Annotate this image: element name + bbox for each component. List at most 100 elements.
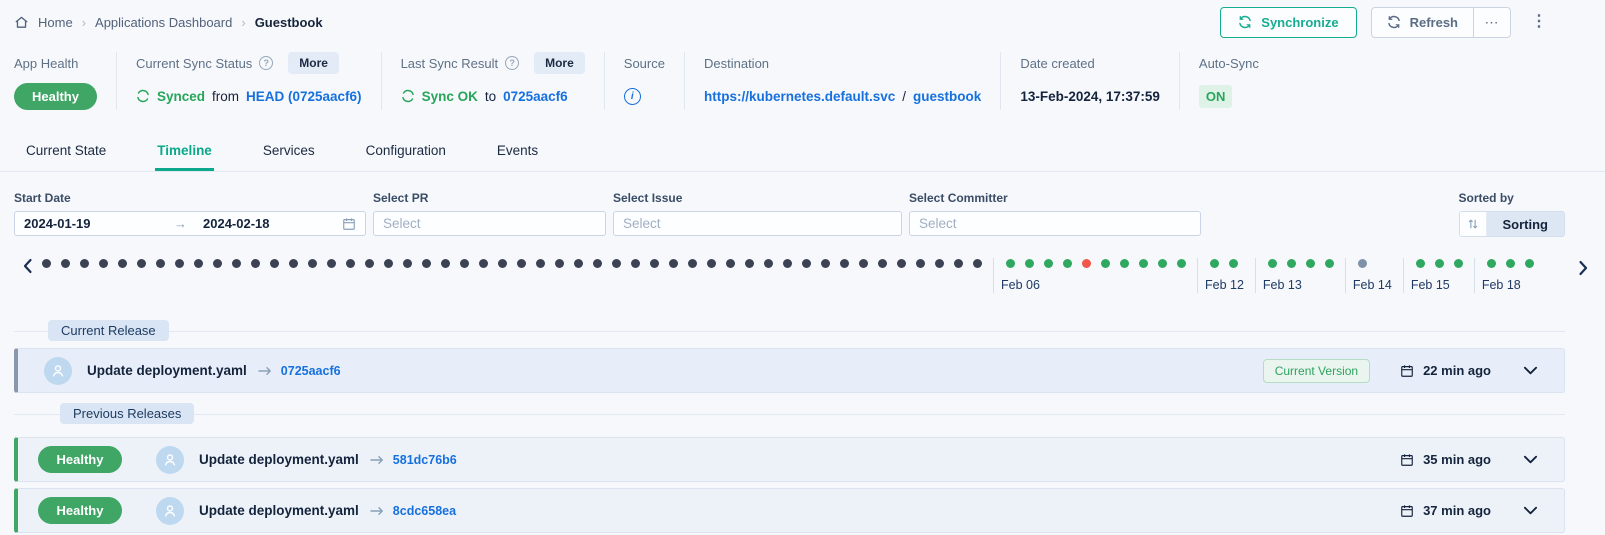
timeline-dot-dark[interactable]: [612, 259, 621, 268]
timeline-dot-dark[interactable]: [194, 259, 203, 268]
timeline-dot-green[interactable]: [1229, 259, 1238, 268]
select-issue-input[interactable]: [623, 216, 892, 231]
destination-url-link[interactable]: https://kubernetes.default.svc: [704, 89, 895, 104]
timeline-dot-green[interactable]: [1025, 259, 1034, 268]
date-range-from[interactable]: 2024-01-19: [24, 216, 174, 231]
synchronize-button[interactable]: Synchronize: [1220, 7, 1356, 38]
timeline-dot-dark[interactable]: [555, 259, 564, 268]
timeline-dot-dark[interactable]: [137, 259, 146, 268]
timeline-dot-green[interactable]: [1044, 259, 1053, 268]
date-range-input[interactable]: 2024-01-19 → 2024-02-18: [14, 211, 366, 236]
timeline-dot-dark[interactable]: [517, 259, 526, 268]
timeline-dot-dark[interactable]: [175, 259, 184, 268]
refresh-options-button[interactable]: ⋯: [1474, 8, 1510, 37]
tab-configuration[interactable]: Configuration: [364, 134, 448, 171]
last-sync-more-button[interactable]: More: [534, 52, 585, 74]
help-icon[interactable]: ?: [259, 56, 273, 70]
timeline-dot-dark[interactable]: [80, 259, 89, 268]
timeline-dot-green[interactable]: [1006, 259, 1015, 268]
timeline-dot-dark[interactable]: [954, 259, 963, 268]
timeline-dot-green[interactable]: [1120, 259, 1129, 268]
sync-status-target-link[interactable]: HEAD (0725aacf6): [246, 89, 362, 104]
breadcrumb-home[interactable]: Home: [38, 15, 73, 30]
timeline-dot-dark[interactable]: [783, 259, 792, 268]
timeline-dot-dark[interactable]: [327, 259, 336, 268]
timeline-dot-green[interactable]: [1287, 259, 1296, 268]
timeline-dot-dark[interactable]: [536, 259, 545, 268]
timeline-dot-dark[interactable]: [878, 259, 887, 268]
timeline-dot-dark[interactable]: [821, 259, 830, 268]
last-sync-target-link[interactable]: 0725aacf6: [503, 89, 568, 104]
timeline-dot-dark[interactable]: [859, 259, 868, 268]
timeline-dot-dark[interactable]: [593, 259, 602, 268]
timeline-dot-dark[interactable]: [973, 259, 982, 268]
timeline-dot-dark[interactable]: [726, 259, 735, 268]
timeline-dot-dark[interactable]: [479, 259, 488, 268]
commit-hash-link[interactable]: 8cdc658ea: [393, 504, 456, 518]
date-range-to[interactable]: 2024-02-18: [203, 216, 270, 231]
timeline-dot-dark[interactable]: [441, 259, 450, 268]
timeline-dot-dark[interactable]: [916, 259, 925, 268]
timeline-dot-green[interactable]: [1454, 259, 1463, 268]
timeline-dot-dark[interactable]: [403, 259, 412, 268]
timeline-dot-dark[interactable]: [688, 259, 697, 268]
timeline-dot-dark[interactable]: [308, 259, 317, 268]
timeline-dot-dark[interactable]: [118, 259, 127, 268]
kebab-menu-button[interactable]: ⋮: [1525, 10, 1553, 34]
select-committer-input[interactable]: [919, 216, 1191, 231]
timeline-dot-dark[interactable]: [498, 259, 507, 268]
timeline-next-button[interactable]: [1573, 259, 1593, 277]
sync-status-more-button[interactable]: More: [288, 52, 339, 74]
timeline-dot-dark[interactable]: [764, 259, 773, 268]
timeline-dot-dark[interactable]: [289, 259, 298, 268]
timeline-dot-dark[interactable]: [42, 259, 51, 268]
timeline-dot-green[interactable]: [1210, 259, 1219, 268]
timeline-dot-dark[interactable]: [232, 259, 241, 268]
timeline-dot-dark[interactable]: [745, 259, 754, 268]
timeline-dot-dark[interactable]: [897, 259, 906, 268]
timeline-dot-dark[interactable]: [270, 259, 279, 268]
timeline-dot-dark[interactable]: [99, 259, 108, 268]
timeline-dot-dark[interactable]: [213, 259, 222, 268]
select-pr-input[interactable]: [383, 216, 596, 231]
timeline-dot-red[interactable]: [1082, 259, 1091, 268]
timeline-dot-dark[interactable]: [384, 259, 393, 268]
timeline-dot-green[interactable]: [1177, 259, 1186, 268]
destination-app-link[interactable]: guestbook: [913, 89, 981, 104]
sorting-button[interactable]: Sorting: [1459, 211, 1566, 237]
tab-timeline[interactable]: Timeline: [155, 134, 214, 171]
home-icon[interactable]: [14, 15, 29, 30]
timeline-dot-green[interactable]: [1325, 259, 1334, 268]
timeline-dot-green[interactable]: [1063, 259, 1072, 268]
timeline-dot-green[interactable]: [1101, 259, 1110, 268]
timeline-dot-green[interactable]: [1435, 259, 1444, 268]
source-info-icon[interactable]: i: [624, 88, 641, 105]
timeline-dot-green[interactable]: [1525, 259, 1534, 268]
timeline-dot-green[interactable]: [1158, 259, 1167, 268]
timeline-dot-dark[interactable]: [156, 259, 165, 268]
timeline-dot-green[interactable]: [1268, 259, 1277, 268]
previous-release-row[interactable]: Healthy Update deployment.yaml 8cdc658ea…: [14, 488, 1565, 533]
timeline-dot-dark[interactable]: [251, 259, 260, 268]
timeline-dot-green[interactable]: [1306, 259, 1315, 268]
expand-row-button[interactable]: [1521, 503, 1540, 518]
timeline-dot-dark[interactable]: [631, 259, 640, 268]
timeline-dot-slate[interactable]: [1358, 259, 1367, 268]
timeline-dot-dark[interactable]: [365, 259, 374, 268]
tab-current-state[interactable]: Current State: [24, 134, 108, 171]
timeline-dot-dark[interactable]: [61, 259, 70, 268]
timeline-dot-green[interactable]: [1139, 259, 1148, 268]
timeline-dot-dark[interactable]: [802, 259, 811, 268]
timeline-dot-green[interactable]: [1416, 259, 1425, 268]
help-icon[interactable]: ?: [505, 56, 519, 70]
commit-hash-link[interactable]: 581dc76b6: [393, 453, 457, 467]
timeline-dot-dark[interactable]: [840, 259, 849, 268]
timeline-dot-dark[interactable]: [574, 259, 583, 268]
current-release-row[interactable]: Update deployment.yaml 0725aacf6 Current…: [14, 348, 1565, 393]
timeline-dot-green[interactable]: [1487, 259, 1496, 268]
previous-release-row[interactable]: Healthy Update deployment.yaml 581dc76b6…: [14, 437, 1565, 482]
breadcrumb-applications-dashboard[interactable]: Applications Dashboard: [95, 15, 232, 30]
timeline-dot-dark[interactable]: [422, 259, 431, 268]
tab-events[interactable]: Events: [495, 134, 540, 171]
timeline-dot-green[interactable]: [1506, 259, 1515, 268]
